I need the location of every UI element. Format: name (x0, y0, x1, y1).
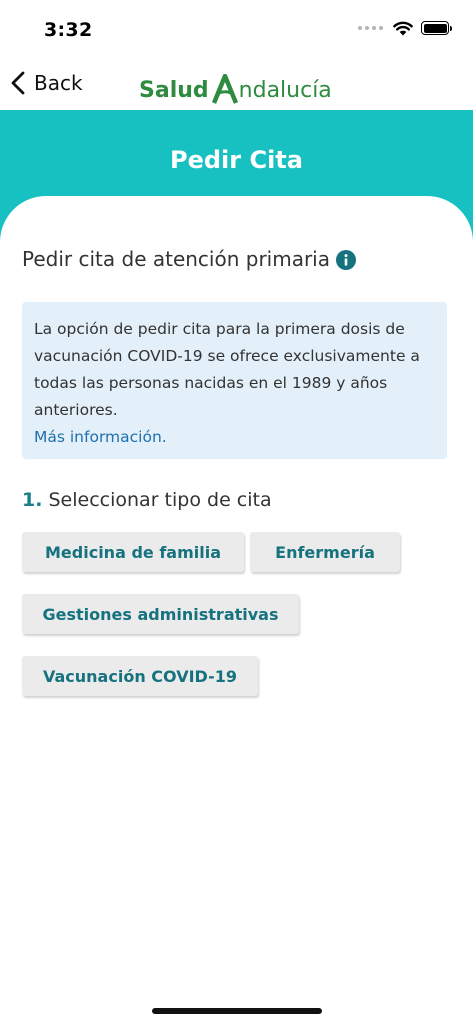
step-number: 1. (22, 489, 43, 511)
salud-andalucia-logo: Salud ndalucía (139, 70, 332, 104)
more-info-link[interactable]: Más información. (34, 424, 167, 451)
status-indicators (358, 20, 452, 36)
page-title: Pedir Cita (170, 146, 303, 174)
logo-a-mark-icon (211, 74, 238, 104)
step-heading: 1. Seleccionar tipo de cita (22, 489, 272, 511)
status-time: 3:32 (44, 19, 93, 41)
content-card: Pedir cita de atención primaria La opció… (0, 196, 473, 1024)
section-title-text: Pedir cita de atención primaria (22, 247, 330, 271)
nav-bar: Back Salud ndalucía (0, 62, 473, 110)
logo-andalucia-text: ndalucía (238, 78, 332, 103)
info-icon[interactable] (336, 250, 356, 270)
gestiones-administrativas-button[interactable]: Gestiones administrativas (22, 594, 299, 634)
step-label: Seleccionar tipo de cita (48, 489, 272, 511)
section-title: Pedir cita de atención primaria (22, 247, 356, 271)
wifi-icon (393, 21, 413, 36)
enfermeria-button[interactable]: Enfermería (250, 532, 400, 572)
medicina-familia-button[interactable]: Medicina de familia (22, 532, 244, 572)
notice-text: La opción de pedir cita para la primera … (34, 320, 420, 419)
covid-notice-box: La opción de pedir cita para la primera … (22, 302, 447, 459)
logo-salud-text: Salud (139, 78, 209, 103)
battery-icon (421, 21, 452, 35)
back-label: Back (34, 71, 83, 95)
signal-icon (358, 26, 383, 30)
back-button[interactable]: Back (10, 70, 83, 96)
chevron-left-icon (11, 71, 25, 95)
status-bar: 3:32 (0, 0, 473, 58)
vacunacion-covid-button[interactable]: Vacunación COVID-19 (22, 656, 258, 696)
home-indicator[interactable] (152, 1008, 322, 1014)
